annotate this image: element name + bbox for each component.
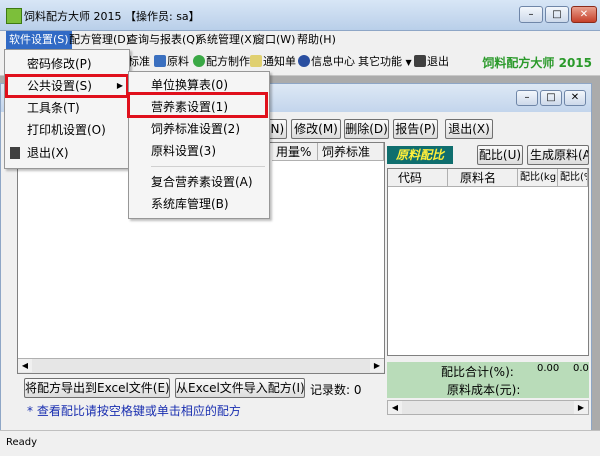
col-feeding-standard: 饲养标准 [318,143,384,161]
scroll-left-icon[interactable]: ◀ [18,359,32,372]
ratio-total-label: 配比合计(%): [441,365,514,379]
status-text: Ready [6,437,38,448]
chevron-down-icon: ▼ [405,58,412,67]
report-button[interactable]: 报告(P) [393,119,438,139]
menu-item-exit-label: 退出(X) [27,146,69,160]
menu-bar: 软件设置(S) 配方管理(D) 查询与报表(Q) 系统管理(X) 窗口(W) 帮… [0,31,600,49]
generate-ingredient-button[interactable]: 生成原料(A [527,145,589,165]
ingredient-icon [154,55,166,67]
export-excel-button[interactable]: 将配方导出到Excel文件(E) [24,378,170,398]
record-count: 记录数: 0 [310,383,362,397]
ingredient-cost-label: 原料成本(元): [447,383,521,397]
highlight-box [127,92,268,118]
close-button[interactable]: ✕ [571,6,597,23]
brand-label: 饲料配方大师 2015 [482,56,592,70]
toolbar-exit-label: 退出 [427,55,449,68]
menu-formula-management[interactable]: 配方管理(D) [66,31,133,49]
menu-item-feeding-standard[interactable]: 饲养标准设置(2) [129,118,269,140]
minimize-button[interactable]: – [519,6,543,23]
toolbar-formula-label: 配方制作 [206,55,250,68]
menu-item-ingredient-settings[interactable]: 原料设置(3) [129,140,269,162]
status-bar: Ready [0,430,600,456]
toolbar-ingredient-label: 原料 [167,55,189,68]
horizontal-scrollbar[interactable]: ◀ ▶ [18,358,384,373]
scroll-right-icon[interactable]: ▶ [370,359,384,372]
menu-system-management[interactable]: 系统管理(X) [193,31,259,49]
menu-item-password[interactable]: 密码修改(P) [5,53,129,75]
highlight-box [5,74,129,98]
ingredient-grid[interactable]: 代码 原料名 配比(kg) 配比(% [387,168,589,356]
toolbar-formula-make[interactable]: 配方制作 [193,54,250,70]
toolbar-exit[interactable]: 退出 [414,54,449,70]
exit-icon [10,147,20,159]
col-ratio-pct: 配比(% [558,169,588,187]
menu-item-printer[interactable]: 打印机设置(O) [5,119,129,141]
hint-text: * 查看配比请按空格键或单击相应的配方 [27,404,241,418]
inner-maximize-button[interactable]: □ [540,90,562,106]
title-bar: 饲料配方大师 2015 【操作员: sa】 – □ ✕ [0,0,600,31]
col-dosage: 用量% [272,143,318,161]
col-ratio-kg: 配比(kg) [518,169,558,187]
info-icon [298,55,310,67]
formula-icon [193,55,205,67]
tab-ingredient-ratio[interactable]: 原料配比 [387,146,453,164]
col-code: 代码 [388,169,448,187]
menu-item-system-library[interactable]: 系统库管理(B) [129,193,269,215]
exit-button[interactable]: 退出(X) [445,119,493,139]
menu-item-exit[interactable]: 退出(X) [5,142,129,164]
right-horizontal-scrollbar[interactable]: ◀ ▶ [387,400,589,415]
software-settings-menu: 密码修改(P) 公共设置(S) ▶ 工具条(T) 打印机设置(O) 退出(X) [4,49,130,169]
toolbar-other-label: 其它功能 [358,55,402,68]
ratio-button[interactable]: 配比(U) [477,145,523,165]
menu-query-reports[interactable]: 查询与报表(Q) [124,31,202,49]
toolbar-ingredient[interactable]: 原料 [154,54,189,70]
inner-close-button[interactable]: ✕ [564,90,586,106]
scroll-left-icon[interactable]: ◀ [388,401,402,414]
window-title: 饲料配方大师 2015 【操作员: sa】 [24,10,200,23]
import-excel-button[interactable]: 从Excel文件导入配方(I) [175,378,305,398]
menu-help[interactable]: 帮助(H) [294,31,339,49]
inner-minimize-button[interactable]: – [516,90,538,106]
toolbar-standard[interactable]: 标准 [128,54,150,70]
toolbar-other-functions[interactable]: 其它功能 ▼ [358,54,412,70]
notice-icon [250,55,262,67]
menu-separator [151,166,265,167]
edit-button[interactable]: 修改(M) [291,119,341,139]
toolbar-notice[interactable]: 通知单 [250,54,296,70]
toolbar-notice-label: 通知单 [263,55,296,68]
menu-software-settings[interactable]: 软件设置(S) [6,31,72,49]
summary-panel: 配比合计(%): 0.00 0.0 原料成本(元): [387,362,589,398]
app-icon [6,8,22,24]
ratio-total-value-2: 0.0 [573,363,589,374]
delete-button[interactable]: 删除(D) [344,119,389,139]
toolbar-info-center[interactable]: 信息中心 [298,54,355,70]
menu-window[interactable]: 窗口(W) [251,31,298,49]
col-ingredient-name: 原料名 [448,169,518,187]
toolbar-info-label: 信息中心 [311,55,355,68]
scroll-right-icon[interactable]: ▶ [574,401,588,414]
exit-icon [414,55,426,67]
ratio-total-value: 0.00 [537,363,560,374]
menu-item-compound-nutrient[interactable]: 复合营养素设置(A) [129,171,269,193]
menu-item-toolbar[interactable]: 工具条(T) [5,97,129,119]
maximize-button[interactable]: □ [545,6,569,23]
